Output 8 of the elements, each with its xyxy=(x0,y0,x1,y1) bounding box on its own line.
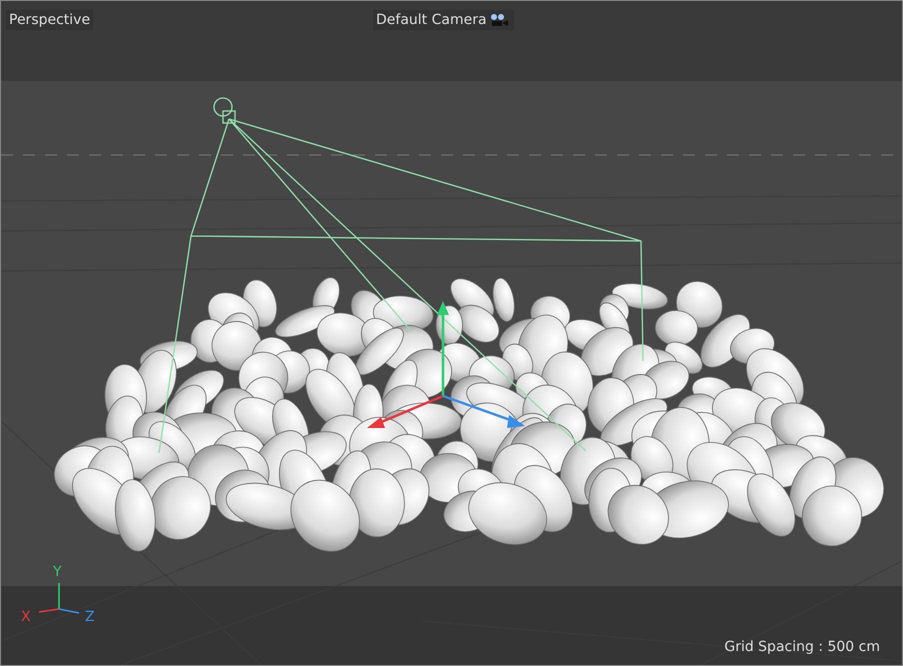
axis-label: X xyxy=(21,609,31,625)
camera-icon xyxy=(488,13,511,27)
camera-name[interactable]: Default Camera xyxy=(373,10,514,30)
axis-label: Z xyxy=(85,609,95,625)
axis-gizmo-icon xyxy=(38,583,80,614)
grid-spacing-label: Grid Spacing : 500 cm xyxy=(724,639,880,655)
view-name[interactable]: Perspective xyxy=(6,10,94,30)
axis-label: Y xyxy=(53,564,62,580)
